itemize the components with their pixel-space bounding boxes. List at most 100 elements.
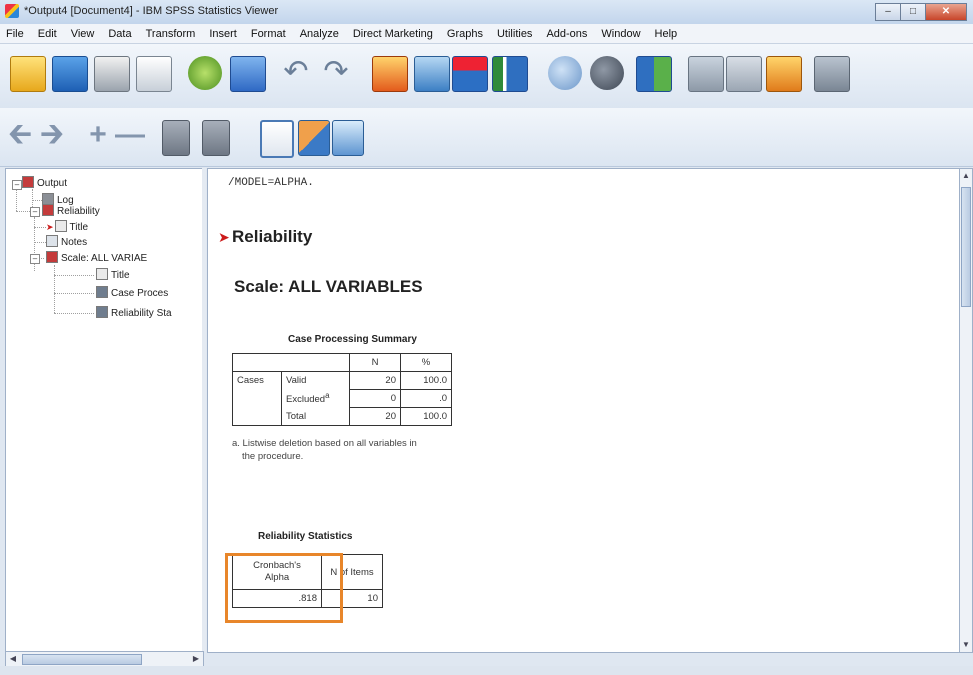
insert-title-icon[interactable] bbox=[298, 120, 330, 156]
goto-case-icon[interactable] bbox=[372, 56, 408, 92]
menu-graphs[interactable]: Graphs bbox=[441, 28, 491, 40]
weight-cases-icon[interactable] bbox=[590, 56, 624, 90]
scroll-down-icon[interactable]: ▼ bbox=[960, 638, 972, 652]
variables-icon[interactable] bbox=[492, 56, 528, 92]
cell-pct: .0 bbox=[400, 389, 452, 408]
pane-splitter[interactable] bbox=[202, 168, 206, 651]
tree-label-notes: Notes bbox=[61, 237, 88, 248]
use-sets-icon[interactable] bbox=[766, 56, 802, 92]
row-group-blank bbox=[232, 407, 282, 426]
menu-data[interactable]: Data bbox=[102, 28, 139, 40]
cell-n: 20 bbox=[349, 371, 401, 390]
menu-transform[interactable]: Transform bbox=[140, 28, 204, 40]
tree-item-case-processing[interactable]: Case Proces bbox=[96, 286, 168, 299]
redo-icon[interactable]: ↷ bbox=[316, 55, 356, 89]
close-button[interactable]: ✕ bbox=[925, 3, 967, 21]
menu-edit[interactable]: Edit bbox=[32, 28, 65, 40]
designate-window-icon[interactable] bbox=[814, 56, 850, 92]
select-cases-icon[interactable] bbox=[548, 56, 582, 90]
tree-item-title[interactable]: ➤ Title bbox=[46, 220, 88, 233]
spss-app-icon bbox=[5, 4, 19, 18]
menu-add-ons[interactable]: Add-ons bbox=[540, 28, 595, 40]
output-content-pane: /MODEL=ALPHA. ➤ Reliability Scale: ALL V… bbox=[207, 168, 961, 653]
collapse-scale-toggle[interactable]: – bbox=[30, 254, 40, 264]
tree-label-output: Output bbox=[37, 178, 68, 189]
menu-direct-marketing[interactable]: Direct Marketing bbox=[347, 28, 441, 40]
minimize-button[interactable]: – bbox=[875, 3, 901, 21]
menu-file[interactable]: File bbox=[0, 28, 32, 40]
menu-format[interactable]: Format bbox=[245, 28, 294, 40]
row-group-blank bbox=[232, 389, 282, 408]
scroll-up-icon[interactable]: ▲ bbox=[960, 169, 972, 183]
script-icon[interactable] bbox=[688, 56, 724, 92]
status-bar bbox=[0, 666, 973, 675]
export-icon[interactable] bbox=[188, 56, 222, 90]
tree-label-scale: Scale: ALL VARIAE bbox=[61, 253, 148, 264]
col-header-pct: % bbox=[400, 353, 452, 372]
print-preview-icon[interactable] bbox=[136, 56, 172, 92]
value-labels-icon[interactable] bbox=[726, 56, 762, 92]
reliability-stats-caption: Reliability Statistics bbox=[258, 531, 353, 542]
collapse-output-toggle[interactable]: – bbox=[12, 180, 22, 190]
print-icon[interactable] bbox=[94, 56, 130, 92]
demote-icon[interactable]: 🡲 bbox=[32, 118, 72, 152]
save-icon[interactable] bbox=[52, 56, 88, 92]
insert-heading-icon[interactable] bbox=[260, 120, 294, 158]
hide-icon[interactable] bbox=[202, 120, 230, 156]
show-icon[interactable] bbox=[162, 120, 190, 156]
tree-item-output[interactable]: Output bbox=[22, 176, 67, 189]
scroll-right-icon[interactable]: ▶ bbox=[189, 652, 203, 666]
menu-window[interactable]: Window bbox=[595, 28, 648, 40]
tree-label-reliability: Reliability bbox=[57, 206, 100, 217]
scale-book-icon bbox=[46, 251, 58, 263]
dialog-recall-icon[interactable] bbox=[230, 56, 266, 92]
tree-item-reliability[interactable]: Reliability bbox=[42, 204, 100, 217]
tree-item-scale[interactable]: Scale: ALL VARIAE bbox=[46, 251, 147, 264]
window-title: *Output4 [Document4] - IBM SPSS Statisti… bbox=[24, 5, 279, 17]
split-file-icon[interactable] bbox=[636, 56, 672, 92]
outline-toolbar: 🡰 🡲 + — bbox=[0, 108, 973, 167]
reliability-heading[interactable]: Reliability bbox=[232, 227, 312, 247]
table-row: Total 20 100.0 bbox=[232, 407, 452, 426]
scroll-left-icon[interactable]: ◀ bbox=[6, 652, 20, 666]
menu-help[interactable]: Help bbox=[649, 28, 686, 40]
chart-builder-icon[interactable] bbox=[452, 56, 488, 92]
goto-variable-icon[interactable] bbox=[414, 56, 450, 92]
tree-item-reliability-stats[interactable]: Reliability Sta bbox=[96, 306, 172, 319]
scroll-thumb[interactable] bbox=[22, 654, 142, 665]
case-processing-table[interactable]: N % Cases Valid 20 100.0 Excludeda 0 .0 … bbox=[232, 353, 452, 426]
alpha-highlight-box bbox=[225, 553, 343, 623]
footnote-line-2: the procedure. bbox=[242, 451, 304, 462]
menu-insert[interactable]: Insert bbox=[203, 28, 245, 40]
main-toolbar: ↶ ↷ bbox=[0, 44, 973, 109]
open-icon[interactable] bbox=[10, 56, 46, 92]
syntax-text: /MODEL=ALPHA. bbox=[228, 177, 314, 189]
row-group-label: Cases bbox=[232, 371, 282, 390]
content-vertical-scrollbar[interactable]: ▲ ▼ bbox=[959, 168, 973, 653]
scale-title-icon bbox=[96, 268, 108, 280]
menu-analyze[interactable]: Analyze bbox=[294, 28, 347, 40]
scroll-thumb[interactable] bbox=[961, 187, 971, 307]
case-processing-caption: Case Processing Summary bbox=[288, 334, 417, 345]
title-bar[interactable]: *Output4 [Document4] - IBM SPSS Statisti… bbox=[0, 0, 973, 25]
menu-view[interactable]: View bbox=[65, 28, 103, 40]
footnote-line-1: a. Listwise deletion based on all variab… bbox=[232, 438, 417, 449]
tree-item-scale-title[interactable]: Title bbox=[96, 268, 130, 281]
insert-text-icon[interactable] bbox=[332, 120, 364, 156]
spss-viewer-window: *Output4 [Document4] - IBM SPSS Statisti… bbox=[0, 0, 973, 675]
collapse-icon[interactable]: — bbox=[110, 118, 150, 152]
undo-icon[interactable]: ↶ bbox=[276, 55, 316, 89]
tree-item-notes[interactable]: Notes bbox=[46, 235, 87, 248]
tree-label-title: Title bbox=[69, 222, 89, 233]
tree-label-scale-title: Title bbox=[111, 270, 130, 281]
collapse-reliability-toggle[interactable]: – bbox=[30, 207, 40, 217]
menu-utilities[interactable]: Utilities bbox=[491, 28, 540, 40]
row-label: Total bbox=[281, 407, 350, 426]
maximize-button[interactable]: □ bbox=[900, 3, 926, 21]
outline-horizontal-scrollbar[interactable]: ◀ ▶ bbox=[5, 651, 204, 667]
scale-heading[interactable]: Scale: ALL VARIABLES bbox=[234, 277, 423, 297]
tree-label-case-processing: Case Proces bbox=[111, 288, 169, 299]
outline-pane: – Output Log – Reliability ➤ Title Notes … bbox=[5, 168, 204, 653]
tree-label-reliability-stats: Reliability Sta bbox=[111, 308, 172, 319]
output-book-icon bbox=[22, 176, 34, 188]
